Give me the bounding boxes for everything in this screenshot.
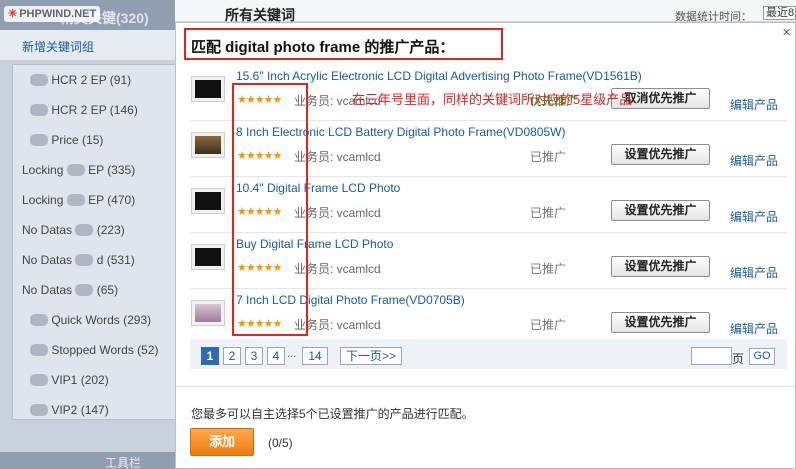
- group-label: Quick Words (293): [51, 313, 152, 327]
- dialog-title: 匹配 digital photo frame 的推广产品：: [191, 39, 455, 56]
- promotion-status: 已推广: [530, 262, 567, 276]
- redacted-text: [30, 404, 48, 416]
- toolbar-label[interactable]: 工具栏: [105, 454, 141, 469]
- group-label: VIP1 (202): [51, 373, 109, 387]
- watermark-text: PHPWIND.NET: [19, 8, 97, 20]
- product-thumbnail[interactable]: [192, 133, 224, 157]
- keyword-group-item[interactable]: Locking EP (335): [22, 163, 135, 177]
- group-prefix: Locking: [22, 163, 64, 177]
- group-label: Stopped Words (52): [51, 343, 159, 357]
- keyword-group-item[interactable]: VIP1 (202): [30, 373, 109, 387]
- page-label: 页: [732, 352, 745, 366]
- keyword-group-item[interactable]: HCR 2 EP (146): [30, 103, 138, 117]
- group-label: (65): [96, 283, 119, 297]
- go-button[interactable]: GO: [749, 348, 775, 365]
- product-thumbnail[interactable]: [192, 301, 224, 325]
- set-priority-button[interactable]: 设置优先推广: [611, 256, 710, 277]
- new-group-row: 新增关键词组: [0, 30, 175, 60]
- group-label: HCR 2 EP (91): [51, 73, 132, 87]
- page-number[interactable]: 3: [245, 347, 263, 365]
- promotion-status: 已推广: [530, 318, 567, 332]
- edit-product-link[interactable]: 编辑产品: [730, 264, 778, 281]
- keyword-group-item[interactable]: No Datas (65): [22, 283, 118, 297]
- pagination-ellipsis: ...: [287, 348, 297, 360]
- edit-product-link[interactable]: 编辑产品: [730, 96, 778, 113]
- selection-note: 您最多可以自主选择5个已设置推广的产品进行匹配。: [191, 407, 474, 421]
- keyword-group-item[interactable]: HCR 2 EP (91): [30, 73, 131, 87]
- promotion-status: 已推广: [530, 150, 567, 164]
- product-thumbnail[interactable]: [192, 189, 224, 213]
- group-label: (223): [96, 223, 125, 237]
- redacted-text: [66, 194, 85, 206]
- product-thumbnail[interactable]: [192, 245, 224, 269]
- keyword-group-item[interactable]: Stopped Words (52): [30, 343, 159, 357]
- keyword-group-item[interactable]: No Datas d (531): [22, 253, 135, 267]
- keyword-group-item[interactable]: Locking EP (470): [22, 193, 135, 207]
- group-prefix: No Datas: [22, 223, 73, 237]
- keyword-group-item[interactable]: VIP2 (147): [30, 403, 109, 417]
- group-label: HCR 2 EP (146): [51, 103, 138, 117]
- redacted-text: [75, 254, 94, 266]
- redacted-text: [30, 104, 48, 116]
- group-prefix: No Datas: [22, 253, 73, 267]
- edit-product-link[interactable]: 编辑产品: [730, 208, 778, 225]
- pagination: ... 14 下一页>> 页 GO 1234: [190, 339, 787, 369]
- product-name-link[interactable]: 15.6" Inch Acrylic Electronic LCD Digita…: [236, 69, 642, 83]
- edit-product-link[interactable]: 编辑产品: [730, 320, 778, 337]
- promotion-status: 已推广: [530, 206, 567, 220]
- toolbar-bar: 工具栏: [0, 452, 175, 469]
- page-number[interactable]: 1: [201, 347, 219, 365]
- new-group-link[interactable]: 新增关键词组: [22, 38, 94, 55]
- page-number-input[interactable]: [691, 347, 732, 365]
- annotation-text: 在三年号里面，同样的关键词所对应的5星级产品: [352, 92, 633, 107]
- add-button[interactable]: 添加: [190, 428, 254, 456]
- stats-range-select[interactable]: 最近8: [763, 6, 796, 20]
- next-page-link[interactable]: 下一页>>: [340, 347, 402, 365]
- edit-product-link[interactable]: 编辑产品: [730, 152, 778, 169]
- asterisk-icon: ✳: [8, 8, 18, 20]
- watermark: ✳ PHPWIND.NET: [4, 6, 101, 22]
- keyword-group-item[interactable]: No Datas (223): [22, 223, 125, 237]
- set-priority-button[interactable]: 设置优先推广: [611, 312, 710, 333]
- group-label: Price (15): [51, 133, 104, 147]
- star-highlight-box: [232, 83, 308, 336]
- set-priority-button[interactable]: 设置优先推广: [611, 144, 710, 165]
- redacted-text: [30, 374, 48, 386]
- product-thumbnail[interactable]: [192, 77, 224, 101]
- close-icon[interactable]: ×: [782, 24, 791, 41]
- redacted-text: [75, 224, 94, 236]
- redacted-text: [66, 164, 85, 176]
- page-number[interactable]: 2: [223, 347, 241, 365]
- redacted-text: [30, 74, 48, 86]
- group-prefix: No Datas: [22, 283, 73, 297]
- selected-count: (0/5): [268, 436, 293, 450]
- redacted-text: [30, 314, 48, 326]
- redacted-text: [30, 344, 48, 356]
- group-label: d (531): [96, 253, 135, 267]
- group-label: VIP2 (147): [51, 403, 109, 417]
- redacted-text: [75, 284, 94, 296]
- group-label: EP (335): [88, 163, 136, 177]
- divider: [176, 386, 795, 387]
- page-number[interactable]: 4: [267, 347, 285, 365]
- set-priority-button[interactable]: 设置优先推广: [611, 200, 710, 221]
- page-header: 所有关键词 数据统计时间： 最近8: [175, 0, 796, 23]
- promoted-products-dialog: × 匹配 digital photo frame 的推广产品： 15.6" In…: [175, 22, 796, 469]
- group-label: EP (470): [88, 193, 136, 207]
- keyword-group-item[interactable]: Quick Words (293): [30, 313, 151, 327]
- keyword-group-list: [12, 64, 175, 420]
- page-last[interactable]: 14: [302, 347, 328, 365]
- redacted-text: [30, 134, 48, 146]
- keyword-group-item[interactable]: Price (15): [30, 133, 103, 147]
- group-prefix: Locking: [22, 193, 64, 207]
